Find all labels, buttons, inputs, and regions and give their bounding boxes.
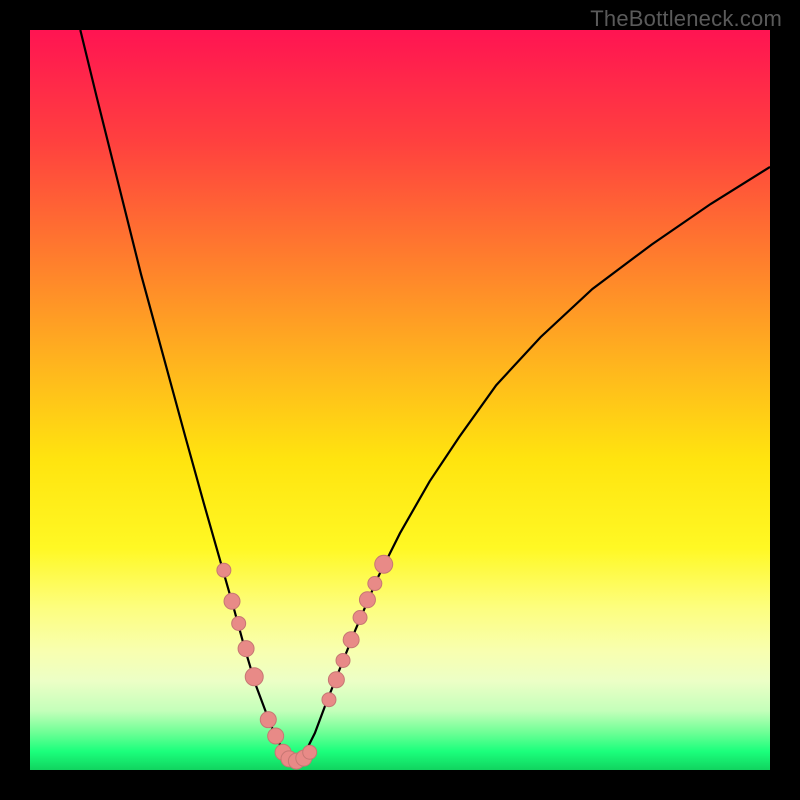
marker-right-7 bbox=[375, 555, 393, 573]
marker-left-1 bbox=[224, 593, 240, 609]
marker-right-3 bbox=[343, 632, 359, 648]
marker-right-0 bbox=[322, 693, 336, 707]
marker-right-1 bbox=[328, 672, 344, 688]
marker-right-4 bbox=[353, 611, 367, 625]
data-markers bbox=[217, 555, 393, 769]
plot-area bbox=[30, 30, 770, 770]
chart-frame: TheBottleneck.com bbox=[0, 0, 800, 800]
marker-left-0 bbox=[217, 563, 231, 577]
marker-left-11 bbox=[303, 745, 317, 759]
marker-left-2 bbox=[232, 616, 246, 630]
left-curve bbox=[80, 30, 295, 765]
curves-svg bbox=[30, 30, 770, 770]
right-curve bbox=[295, 167, 770, 765]
marker-left-5 bbox=[260, 712, 276, 728]
marker-right-5 bbox=[359, 592, 375, 608]
marker-left-3 bbox=[238, 641, 254, 657]
watermark-text: TheBottleneck.com bbox=[590, 6, 782, 32]
marker-left-6 bbox=[268, 728, 284, 744]
marker-right-6 bbox=[368, 577, 382, 591]
marker-left-4 bbox=[245, 668, 263, 686]
marker-right-2 bbox=[336, 653, 350, 667]
